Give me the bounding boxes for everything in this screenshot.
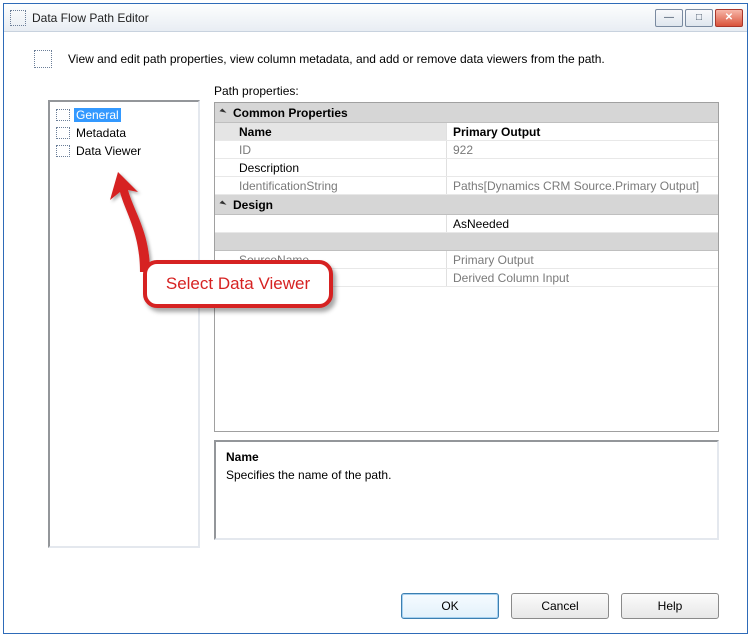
nav-panel: General Metadata Data Viewer (48, 100, 200, 548)
window-title: Data Flow Path Editor (32, 11, 655, 25)
content-area: General Metadata Data Viewer Path proper… (4, 78, 747, 579)
nav-label: Metadata (74, 126, 128, 140)
prop-value[interactable]: Primary Output (447, 123, 718, 140)
help-text: Specifies the name of the path. (226, 468, 707, 482)
prop-row-name[interactable]: Name Primary Output (215, 123, 718, 141)
page-icon (56, 127, 70, 139)
prop-name: Description (215, 159, 447, 176)
header-icon (34, 50, 52, 68)
header-description: View and edit path properties, view colu… (68, 52, 605, 66)
prop-name: ID (215, 141, 447, 158)
page-icon (56, 145, 70, 157)
prop-row-id[interactable]: ID 922 (215, 141, 718, 159)
dialog-window: Data Flow Path Editor — □ ✕ View and edi… (3, 3, 748, 634)
prop-value[interactable]: AsNeeded (447, 215, 718, 232)
category-label: Common Properties (233, 106, 348, 120)
help-panel: Name Specifies the name of the path. (214, 440, 719, 540)
maximize-button[interactable]: □ (685, 9, 713, 27)
nav-label: Data Viewer (74, 144, 143, 158)
ok-button[interactable]: OK (401, 593, 499, 619)
prop-value[interactable] (447, 159, 718, 176)
nav-item-metadata[interactable]: Metadata (54, 124, 194, 142)
prop-name (215, 215, 447, 232)
help-button[interactable]: Help (621, 593, 719, 619)
annotation-text: Select Data Viewer (166, 274, 310, 294)
category-label: Design (233, 198, 273, 212)
close-button[interactable]: ✕ (715, 9, 743, 27)
prop-value: Derived Column Input (447, 269, 718, 286)
sub-category (215, 233, 718, 251)
window-buttons: — □ ✕ (655, 9, 743, 27)
page-icon (56, 109, 70, 121)
cancel-button[interactable]: Cancel (511, 593, 609, 619)
prop-name: Name (215, 123, 447, 140)
nav-label: General (74, 108, 121, 122)
nav-item-general[interactable]: General (54, 106, 194, 124)
prop-value: 922 (447, 141, 718, 158)
help-name: Name (226, 450, 707, 464)
category-design[interactable]: Design (215, 195, 718, 215)
minimize-button[interactable]: — (655, 9, 683, 27)
header-row: View and edit path properties, view colu… (4, 32, 747, 78)
right-column: Path properties: Common Properties Name … (214, 78, 747, 579)
path-properties-label: Path properties: (214, 82, 719, 98)
footer-buttons: OK Cancel Help (4, 579, 747, 633)
annotation-callout: Select Data Viewer (143, 260, 333, 308)
prop-row[interactable]: AsNeeded (215, 215, 718, 233)
category-common[interactable]: Common Properties (215, 103, 718, 123)
collapse-icon[interactable] (219, 200, 229, 210)
prop-row-description[interactable]: Description (215, 159, 718, 177)
nav-item-data-viewer[interactable]: Data Viewer (54, 142, 194, 160)
prop-value: Primary Output (447, 251, 718, 268)
prop-name: IdentificationString (215, 177, 447, 194)
collapse-icon[interactable] (219, 108, 229, 118)
prop-row-identstring[interactable]: IdentificationString Paths[Dynamics CRM … (215, 177, 718, 195)
title-bar[interactable]: Data Flow Path Editor — □ ✕ (4, 4, 747, 32)
app-icon (10, 10, 26, 26)
annotation-arrow-icon (100, 172, 160, 272)
prop-value: Paths[Dynamics CRM Source.Primary Output… (447, 177, 718, 194)
